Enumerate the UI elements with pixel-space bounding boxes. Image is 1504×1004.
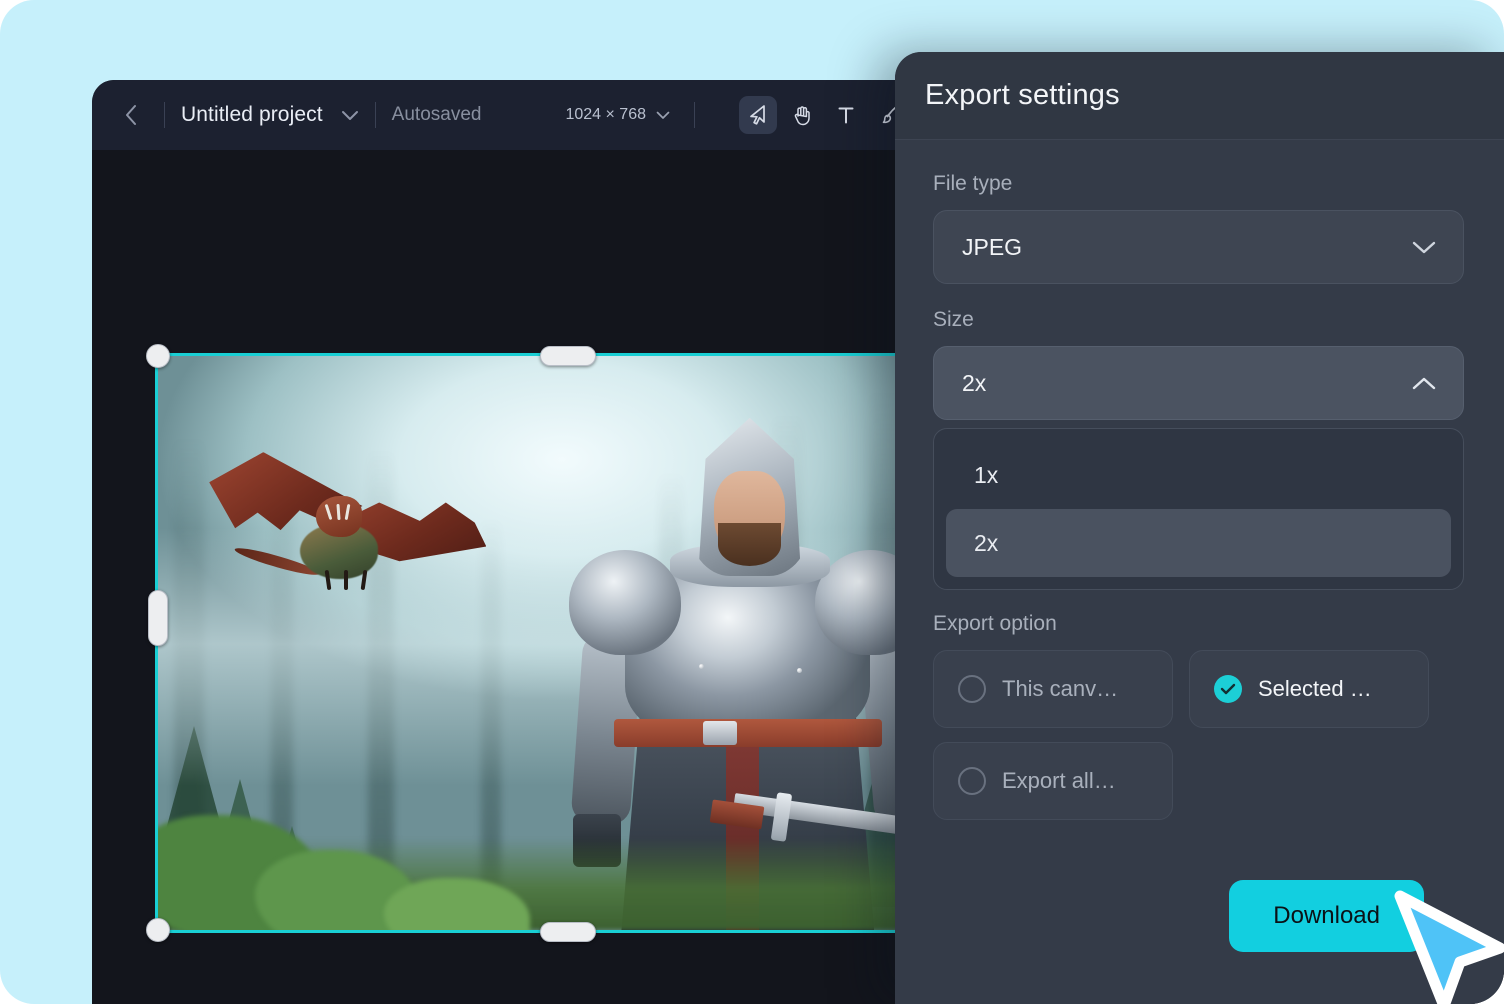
- chevron-down-icon: [656, 111, 670, 120]
- dragon-horn: [337, 504, 341, 520]
- size-dropdown-list: 1x 2x: [933, 428, 1464, 590]
- radio-checked-icon: [1214, 675, 1242, 703]
- export-option-text: This canv…: [1002, 676, 1118, 702]
- dragon-horn: [345, 504, 351, 520]
- dragon-horn: [324, 504, 332, 520]
- dragon-head: [316, 496, 363, 537]
- chevron-down-icon: [341, 110, 359, 121]
- chevron-left-icon: [124, 103, 138, 127]
- size-select[interactable]: 2x: [933, 346, 1464, 420]
- canvas-size-button[interactable]: 1024 × 768: [565, 106, 670, 124]
- export-option-this-canvas[interactable]: This canv…: [933, 650, 1173, 728]
- size-option-1x[interactable]: 1x: [946, 441, 1451, 509]
- cursor-arrow-icon: [748, 104, 768, 126]
- chevron-up-icon: [1411, 376, 1437, 391]
- project-title[interactable]: Untitled project: [181, 103, 323, 127]
- knight-pauldron-left: [569, 550, 681, 656]
- knight-belt: [614, 719, 882, 748]
- autosave-status: Autosaved: [392, 104, 482, 126]
- armor-rivet: [797, 668, 802, 673]
- export-option-text: Export all…: [1002, 768, 1116, 794]
- project-dropdown-button[interactable]: [341, 110, 359, 121]
- knight-belt-buckle: [703, 721, 736, 745]
- select-tool[interactable]: [739, 96, 777, 134]
- size-option-label: 1x: [974, 462, 998, 489]
- top-left-handle[interactable]: [146, 344, 170, 368]
- export-option-selected[interactable]: Selected …: [1189, 650, 1429, 728]
- page-root: Untitled project Autosaved 1024 × 768: [0, 0, 1504, 1004]
- text-tool[interactable]: [827, 96, 865, 134]
- toolbar-divider-1: [164, 102, 165, 128]
- toolbar-divider-2: [375, 102, 376, 128]
- back-button[interactable]: [114, 98, 148, 132]
- hand-icon: [792, 104, 812, 126]
- top-center-handle[interactable]: [540, 346, 596, 366]
- selected-image-object[interactable]: [158, 356, 966, 930]
- bottom-center-handle[interactable]: [540, 922, 596, 942]
- radio-unchecked-icon: [958, 675, 986, 703]
- tool-group: [739, 96, 909, 134]
- chevron-down-icon: [1411, 240, 1437, 255]
- text-t-icon: [836, 104, 856, 126]
- export-panel-header: Export settings: [895, 52, 1504, 140]
- file-type-value: JPEG: [962, 234, 1022, 261]
- file-type-label: File type: [933, 172, 1464, 196]
- dragon: [223, 436, 482, 666]
- file-type-select[interactable]: JPEG: [933, 210, 1464, 284]
- export-option-text: Selected …: [1258, 676, 1372, 702]
- armor-rivet: [699, 664, 704, 669]
- export-panel-title: Export settings: [925, 79, 1120, 112]
- knight-dragon-forest-image: [158, 356, 966, 930]
- export-option-row-2: Export all…: [933, 742, 1464, 820]
- size-label: Size: [933, 308, 1464, 332]
- left-middle-handle[interactable]: [148, 590, 168, 646]
- bottom-left-handle[interactable]: [146, 918, 170, 942]
- export-option-label: Export option: [933, 612, 1464, 636]
- export-settings-panel: Export settings File type JPEG Size 2x: [895, 52, 1504, 1004]
- export-option-row-1: This canv… Selected …: [933, 650, 1464, 728]
- size-option-2x[interactable]: 2x: [946, 509, 1451, 577]
- knight-beard: [718, 523, 781, 565]
- export-panel-body: File type JPEG Size 2x: [895, 140, 1504, 820]
- export-option-export-all[interactable]: Export all…: [933, 742, 1173, 820]
- canvas-size-label: 1024 × 768: [565, 106, 646, 124]
- size-value: 2x: [962, 370, 986, 397]
- dragon-claw: [344, 570, 348, 590]
- hand-tool[interactable]: [783, 96, 821, 134]
- radio-unchecked-icon: [958, 767, 986, 795]
- size-option-label: 2x: [974, 530, 998, 557]
- toolbar-divider-3: [694, 102, 695, 128]
- download-button[interactable]: Download: [1229, 880, 1424, 952]
